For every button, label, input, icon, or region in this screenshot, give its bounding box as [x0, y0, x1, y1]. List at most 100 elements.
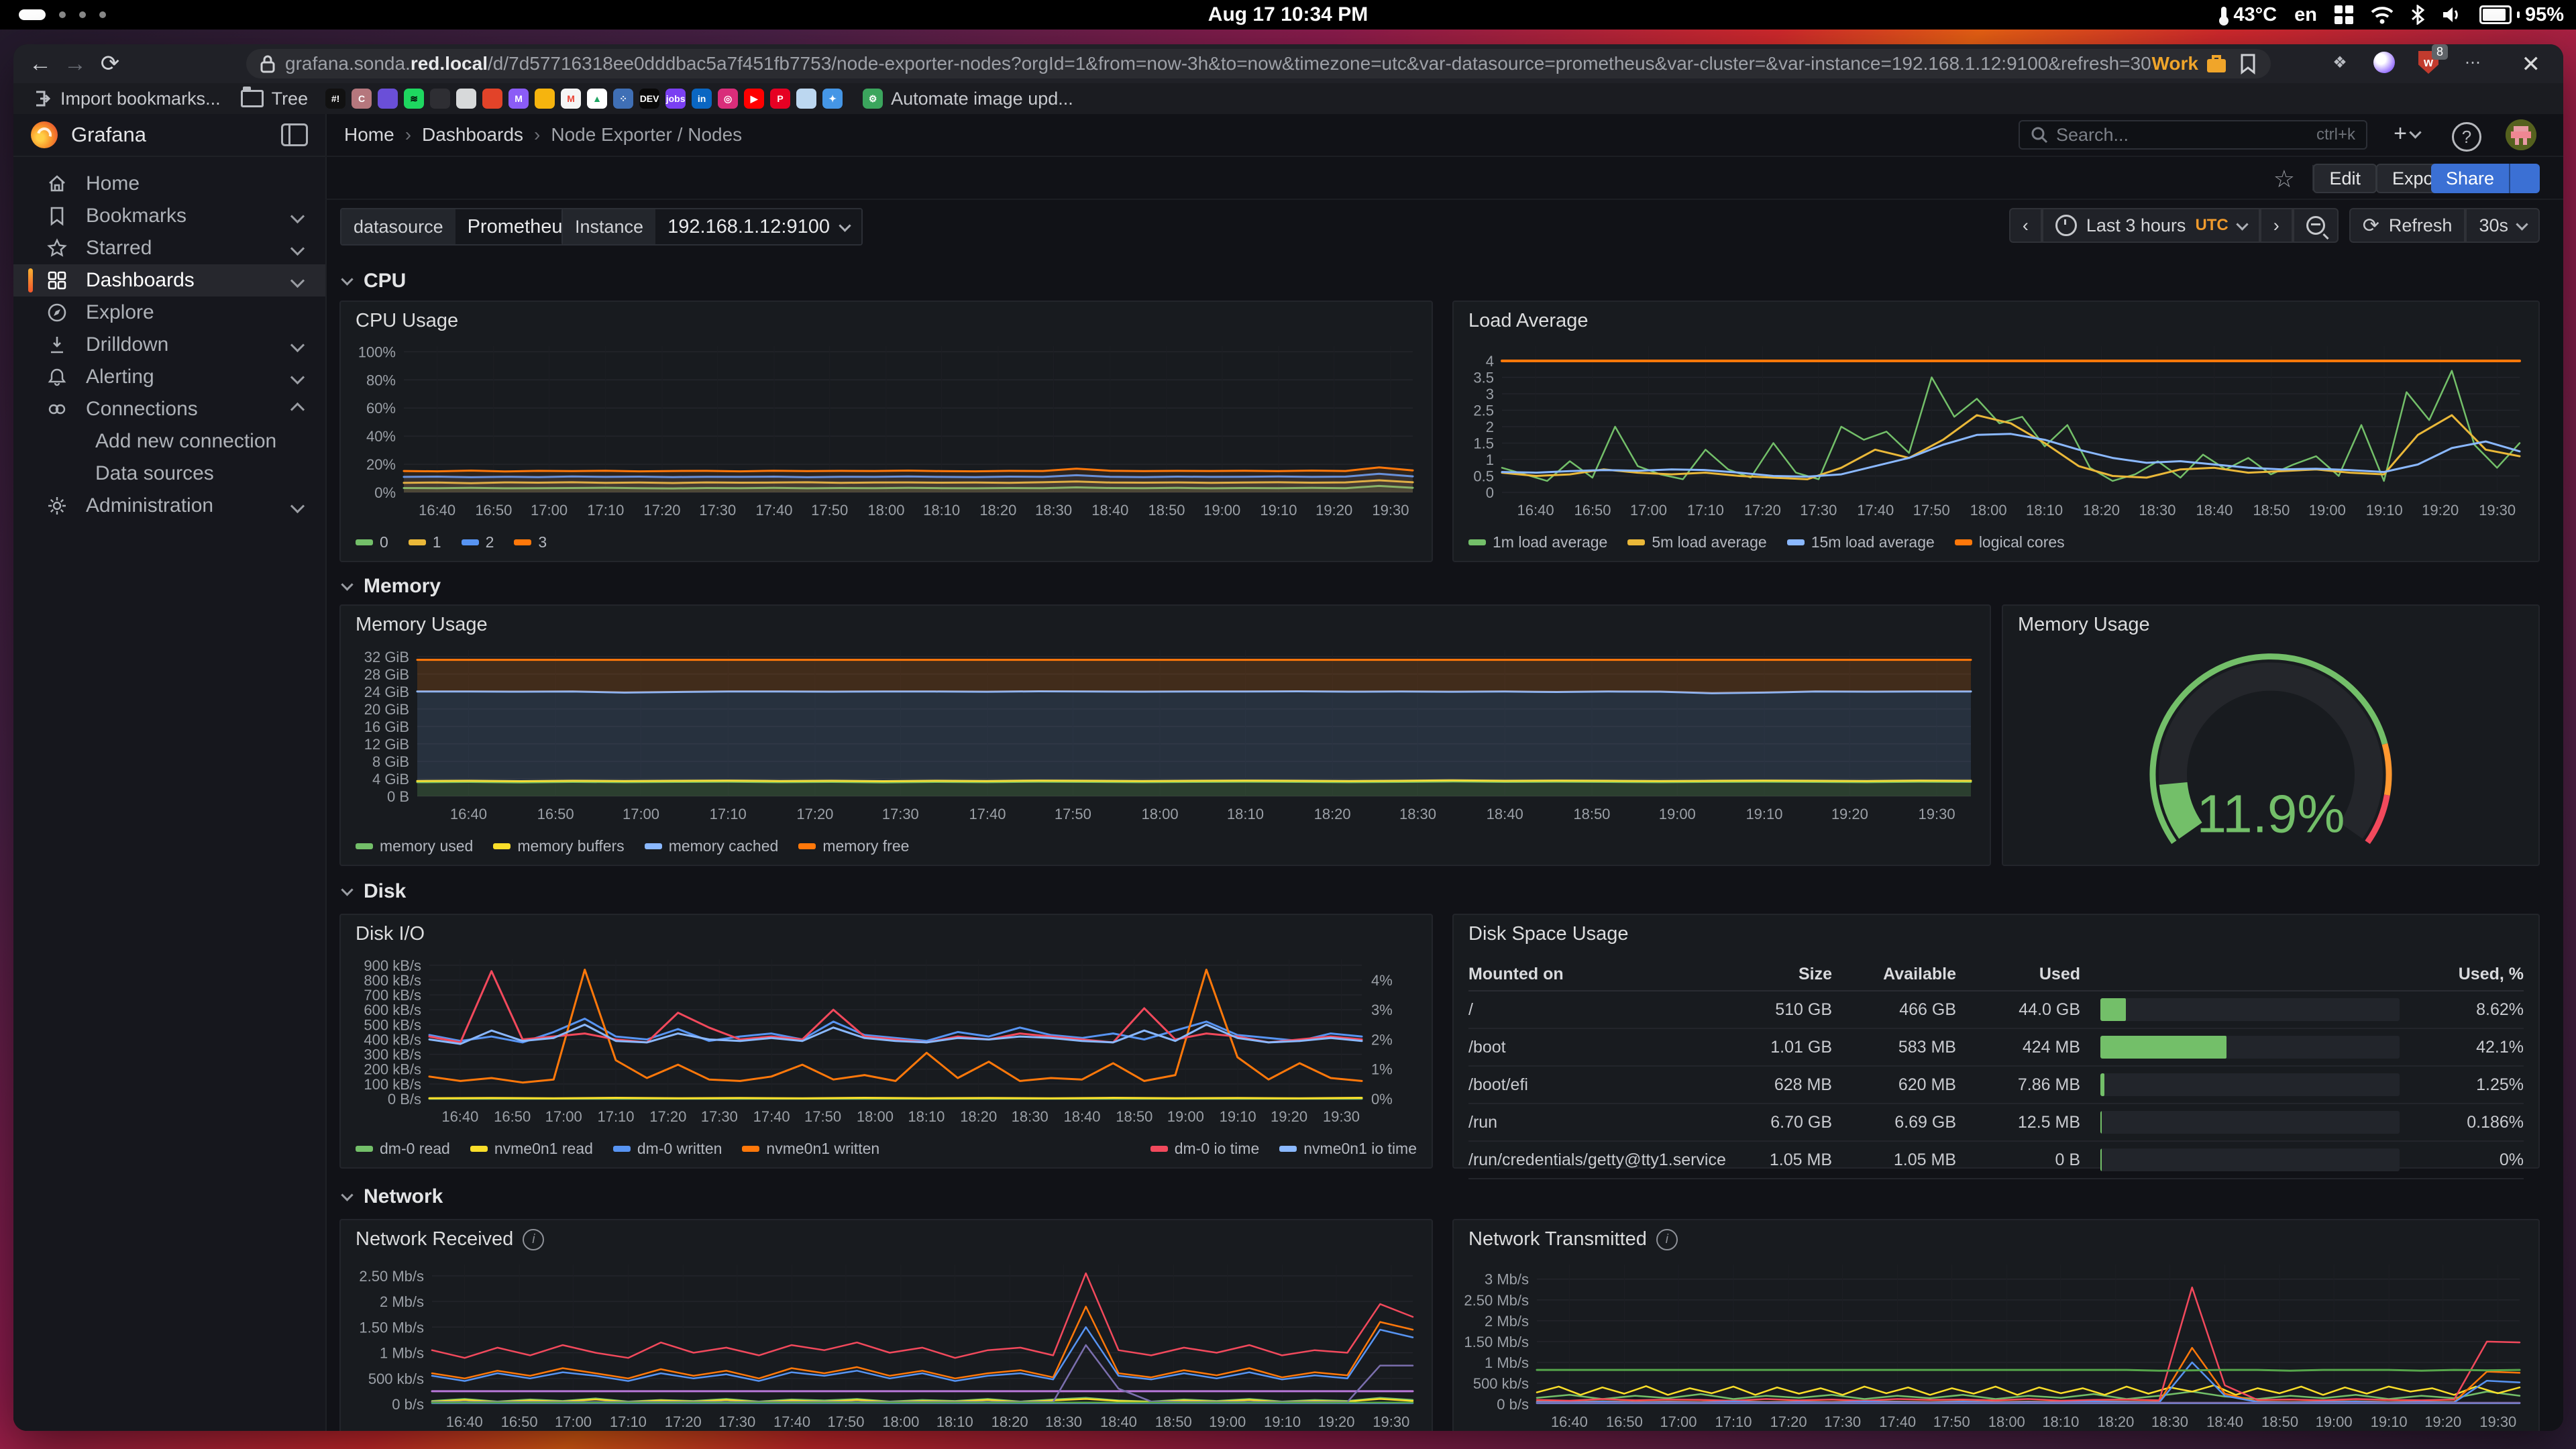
- refresh-interval-picker[interactable]: 30s: [2465, 208, 2540, 243]
- automate-bookmark[interactable]: ⚙ Automate image upd...: [863, 89, 1073, 109]
- bookmark-add-icon[interactable]: [2239, 53, 2257, 74]
- zoom-out-button[interactable]: [2293, 208, 2339, 243]
- url-text[interactable]: grafana.sonda.red.local/d/7d57716318ee0d…: [285, 53, 2152, 74]
- section-network[interactable]: Network: [343, 1185, 443, 1208]
- sidebar-item-data-sources[interactable]: Data sources: [13, 458, 325, 490]
- legend-item[interactable]: 1m load average: [1468, 533, 1607, 551]
- dark-app-favicon[interactable]: [430, 89, 450, 109]
- legend-item[interactable]: logical cores: [1955, 533, 2065, 551]
- section-disk[interactable]: Disk: [343, 880, 406, 903]
- sidebar-item-explore[interactable]: Explore: [13, 297, 325, 329]
- breadcrumb-home[interactable]: Home: [344, 124, 394, 146]
- keyboard-layout[interactable]: en: [2294, 4, 2317, 26]
- legend-item[interactable]: 15m load average: [1787, 533, 1935, 551]
- legend-item[interactable]: 3: [514, 533, 547, 551]
- browser-menu-button[interactable]: ⋯: [2460, 50, 2485, 75]
- dev-favicon[interactable]: DEV: [639, 89, 659, 109]
- grafana-logo[interactable]: [31, 121, 58, 148]
- bluebird-favicon[interactable]: ✦: [822, 89, 843, 109]
- breadcrumb-dashboards[interactable]: Dashboards: [422, 124, 523, 146]
- add-new-button[interactable]: +: [2394, 121, 2420, 147]
- dock-sidebar-icon[interactable]: [281, 123, 308, 146]
- sidebar-item-bookmarks[interactable]: Bookmarks: [13, 200, 325, 232]
- disk-io-chart[interactable]: 0 B/s100 kB/s200 kB/s300 kB/s400 kB/s500…: [346, 950, 1426, 1128]
- legend-item[interactable]: 2: [462, 533, 494, 551]
- sidebar-item-connections[interactable]: Connections: [13, 393, 325, 425]
- sidebar-item-starred[interactable]: Starred: [13, 232, 325, 264]
- share-dropdown[interactable]: [2509, 164, 2540, 193]
- sidebar-item-alerting[interactable]: Alerting: [13, 361, 325, 393]
- instagram-favicon[interactable]: ◎: [718, 89, 738, 109]
- panel-title[interactable]: Memory Usage: [2018, 614, 2150, 636]
- legend-item[interactable]: 1: [409, 533, 441, 551]
- panel-title[interactable]: Disk I/O: [356, 923, 425, 945]
- panel-title[interactable]: Memory Usage: [356, 614, 488, 636]
- section-cpu[interactable]: CPU: [343, 270, 406, 292]
- hashbang-favicon[interactable]: #!: [325, 89, 345, 109]
- help-icon[interactable]: ?: [2452, 122, 2481, 152]
- legend-item[interactable]: memory buffers: [493, 837, 624, 855]
- legend-item[interactable]: dm-0 written: [613, 1140, 722, 1158]
- github-favicon[interactable]: [456, 89, 476, 109]
- youtube-favicon[interactable]: ▶: [744, 89, 764, 109]
- legend-item[interactable]: nvme0n1 io time: [1279, 1140, 1417, 1158]
- network-received-chart[interactable]: 0 b/s500 kb/s1 Mb/s1.50 Mb/s2 Mb/s2.50 M…: [346, 1255, 1426, 1431]
- legend-item[interactable]: nvme0n1 read: [470, 1140, 593, 1158]
- menu-bar-clock[interactable]: Aug 17 10:34 PM: [0, 3, 2576, 26]
- panel-title[interactable]: Load Average: [1468, 310, 1588, 332]
- back-button[interactable]: ←: [23, 51, 58, 77]
- legend-item[interactable]: 5m load average: [1627, 533, 1766, 551]
- sidebar-item-administration[interactable]: Administration: [13, 490, 325, 522]
- sidebar-item-dashboards[interactable]: Dashboards: [13, 264, 325, 297]
- site-c-favicon[interactable]: C: [352, 89, 372, 109]
- legend-item[interactable]: dm-0 read: [356, 1140, 450, 1158]
- sidebar-item-home[interactable]: Home: [13, 168, 325, 200]
- time-back-button[interactable]: ‹: [2009, 208, 2042, 243]
- legend-item[interactable]: memory used: [356, 837, 473, 855]
- window-close-button[interactable]: ✕: [2522, 51, 2541, 78]
- edit-button[interactable]: Edit: [2313, 164, 2377, 193]
- cpu-usage-chart[interactable]: 0%20%40%60%80%100%16:4016:5017:0017:1017…: [346, 337, 1426, 522]
- search-input[interactable]: Search... ctrl+k: [2019, 120, 2367, 150]
- home-purple-favicon[interactable]: [378, 89, 398, 109]
- load-average-chart[interactable]: 00.511.522.533.5416:4016:5017:0017:1017:…: [1459, 337, 2533, 522]
- sidebar-item-drilldown[interactable]: Drilldown: [13, 329, 325, 361]
- legend-item[interactable]: memory free: [798, 837, 909, 855]
- app-grid-icon[interactable]: [2334, 5, 2353, 24]
- reload-button[interactable]: ⟳: [93, 50, 127, 77]
- sphere-favicon[interactable]: [796, 89, 816, 109]
- blue-grid-favicon[interactable]: ⁘: [613, 89, 633, 109]
- url-bar[interactable]: grafana.sonda.red.local/d/7d57716318ee0d…: [246, 49, 2271, 78]
- time-range-picker[interactable]: Last 3 hours UTC: [2042, 208, 2260, 243]
- time-forward-button[interactable]: ›: [2260, 208, 2293, 243]
- share-button[interactable]: Share: [2431, 164, 2540, 193]
- legend-item[interactable]: memory cached: [645, 837, 779, 855]
- privacy-extension-icon[interactable]: [2371, 50, 2397, 75]
- gdrive-favicon[interactable]: ▲: [587, 89, 607, 109]
- pinterest-favicon[interactable]: P: [770, 89, 790, 109]
- gmail-favicon[interactable]: M: [561, 89, 581, 109]
- spotify-favicon[interactable]: ≋: [404, 89, 424, 109]
- refresh-button[interactable]: ⟳Refresh: [2349, 208, 2466, 243]
- info-icon[interactable]: i: [523, 1229, 544, 1250]
- legend-item[interactable]: 0: [356, 533, 388, 551]
- extensions-puzzle-icon[interactable]: ❖: [2327, 50, 2353, 75]
- section-memory[interactable]: Memory: [343, 575, 441, 598]
- panel-title[interactable]: CPU Usage: [356, 310, 458, 332]
- yellow-app-favicon[interactable]: [535, 89, 555, 109]
- adblock-extension-icon[interactable]: w 8: [2416, 50, 2441, 75]
- import-bookmarks-item[interactable]: Import bookmarks...: [34, 89, 221, 109]
- memory-usage-chart[interactable]: 0 B4 GiB8 GiB12 GiB16 GiB20 GiB24 GiB28 …: [346, 641, 1984, 826]
- panel-title[interactable]: Network Receivedi: [356, 1228, 544, 1250]
- forward-button[interactable]: →: [58, 51, 93, 77]
- variable-instance[interactable]: Instance 192.168.1.12:9100: [561, 208, 863, 246]
- legend-item[interactable]: nvme0n1 written: [742, 1140, 879, 1158]
- gitlab-favicon[interactable]: [482, 89, 502, 109]
- star-dashboard-button[interactable]: ☆: [2273, 165, 2295, 193]
- info-icon[interactable]: i: [1656, 1229, 1678, 1250]
- panel-title[interactable]: Network Transmittedi: [1468, 1228, 1678, 1250]
- avatar[interactable]: [2506, 119, 2536, 150]
- network-transmitted-chart[interactable]: 0 b/s500 kb/s1 Mb/s1.50 Mb/s2 Mb/s2.50 M…: [1459, 1255, 2533, 1431]
- sidebar-item-add-new-connection[interactable]: Add new connection: [13, 425, 325, 458]
- tree-bookmark-folder[interactable]: Tree: [241, 89, 309, 109]
